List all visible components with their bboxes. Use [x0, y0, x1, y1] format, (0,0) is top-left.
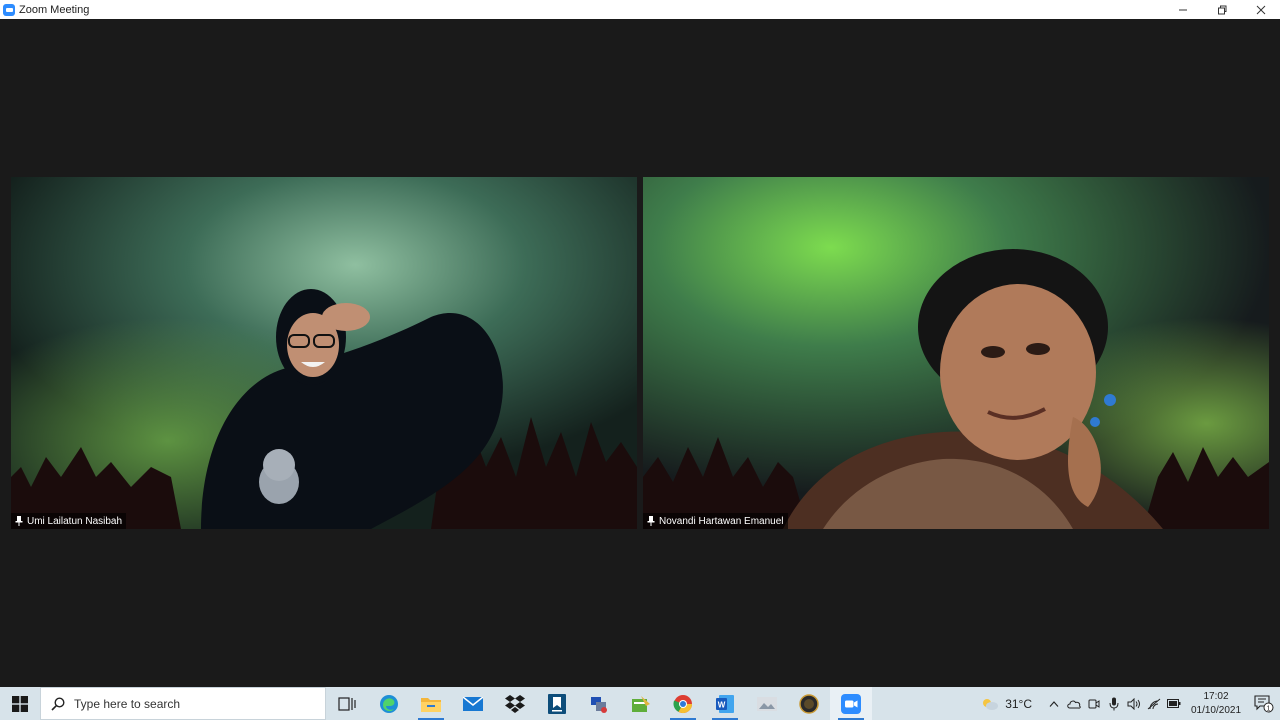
pin-icon — [647, 516, 655, 526]
network-app-button[interactable] — [578, 687, 620, 720]
network-button[interactable] — [1144, 687, 1164, 720]
file-explorer-icon — [421, 697, 441, 712]
video-tile-participant-2[interactable]: Novandi Hartawan Emanuel — [643, 177, 1269, 529]
word-icon: W — [716, 694, 734, 713]
participant-name: Novandi Hartawan Emanuel — [659, 515, 784, 527]
image-viewer-icon — [757, 696, 777, 711]
video-tile-participant-1[interactable]: Umi Lailatun Nasibah — [11, 177, 637, 529]
start-button[interactable] — [0, 687, 40, 720]
video-feed — [643, 177, 1269, 529]
action-center-button[interactable]: 1 — [1248, 687, 1280, 720]
clock-time: 17:02 — [1203, 690, 1229, 702]
task-view-icon — [338, 696, 356, 711]
volume-button[interactable] — [1124, 687, 1144, 720]
zoom-button[interactable] — [830, 687, 872, 720]
chrome-icon — [673, 694, 692, 713]
participant-name-tag: Umi Lailatun Nasibah — [11, 513, 127, 529]
show-hidden-icons-button[interactable] — [1044, 687, 1064, 720]
zoom-app-icon — [3, 3, 15, 16]
chrome-button[interactable] — [662, 687, 704, 720]
participant-name-tag: Novandi Hartawan Emanuel — [643, 513, 788, 529]
battery-button[interactable] — [1164, 687, 1184, 720]
mail-button[interactable] — [452, 687, 494, 720]
kindle-button[interactable] — [536, 687, 578, 720]
notification-icon: 1 — [1254, 694, 1274, 712]
task-view-button[interactable] — [326, 687, 368, 720]
word-button[interactable]: W — [704, 687, 746, 720]
edge-icon — [380, 694, 398, 713]
minimize-button[interactable] — [1163, 0, 1202, 19]
search-icon — [51, 696, 65, 711]
restore-icon — [1217, 5, 1226, 14]
camera-icon — [1088, 699, 1100, 708]
file-explorer-button[interactable] — [410, 687, 452, 720]
meet-now-button[interactable] — [1084, 687, 1104, 720]
taskbar-search-box[interactable]: Type here to search — [40, 687, 326, 720]
temperature-text: 31°C — [1005, 696, 1032, 711]
video-feed — [11, 177, 637, 529]
clock-date: 01/10/2021 — [1190, 704, 1242, 716]
notification-count: 1 — [1267, 705, 1271, 712]
chevron-up-icon — [1049, 700, 1059, 707]
svg-text:W: W — [718, 700, 726, 709]
cloud-icon — [1067, 700, 1081, 709]
edge-button[interactable] — [368, 687, 410, 720]
taskbar: Type here to search W 31°C 17:02 01/10/2… — [0, 687, 1280, 720]
microphone-button[interactable] — [1104, 687, 1124, 720]
mail-icon — [463, 696, 483, 711]
close-button[interactable] — [1241, 0, 1280, 19]
participant-name: Umi Lailatun Nasibah — [27, 515, 123, 527]
dropbox-button[interactable] — [494, 687, 536, 720]
dropbox-icon — [505, 694, 525, 713]
taskbar-clock[interactable]: 17:02 01/10/2021 — [1190, 690, 1242, 718]
kindle-icon — [548, 693, 566, 714]
onedrive-button[interactable] — [1064, 687, 1084, 720]
weather-widget[interactable]: 31°C — [981, 697, 1032, 711]
speaker-icon — [1127, 697, 1140, 710]
window-title: Zoom Meeting — [19, 3, 90, 16]
meeting-gallery: Umi Lailatun Nasibah Novandi Hartawan Em… — [0, 19, 1280, 687]
image-viewer-button[interactable] — [746, 687, 788, 720]
wifi-icon — [1147, 698, 1161, 709]
window-controls — [1163, 0, 1280, 19]
windows-icon — [12, 695, 28, 712]
spreadsheet-tool-icon — [632, 695, 650, 712]
minimize-icon — [1178, 9, 1187, 10]
microphone-icon — [1109, 697, 1119, 710]
circular-app-icon — [799, 693, 819, 714]
weather-icon — [983, 698, 999, 710]
spreadsheet-tool-button[interactable] — [620, 687, 662, 720]
zoom-icon — [841, 693, 861, 714]
circular-app-button[interactable] — [788, 687, 830, 720]
battery-icon — [1167, 699, 1181, 708]
pin-icon — [15, 516, 23, 526]
search-placeholder: Type here to search — [74, 696, 181, 711]
taskbar-pinned-apps: W — [326, 687, 872, 720]
title-bar: Zoom Meeting — [0, 0, 1280, 19]
restore-button[interactable] — [1202, 0, 1241, 19]
close-icon — [1256, 5, 1265, 14]
network-app-icon — [591, 696, 607, 713]
system-tray: 31°C 17:02 01/10/2021 1 — [981, 687, 1280, 720]
